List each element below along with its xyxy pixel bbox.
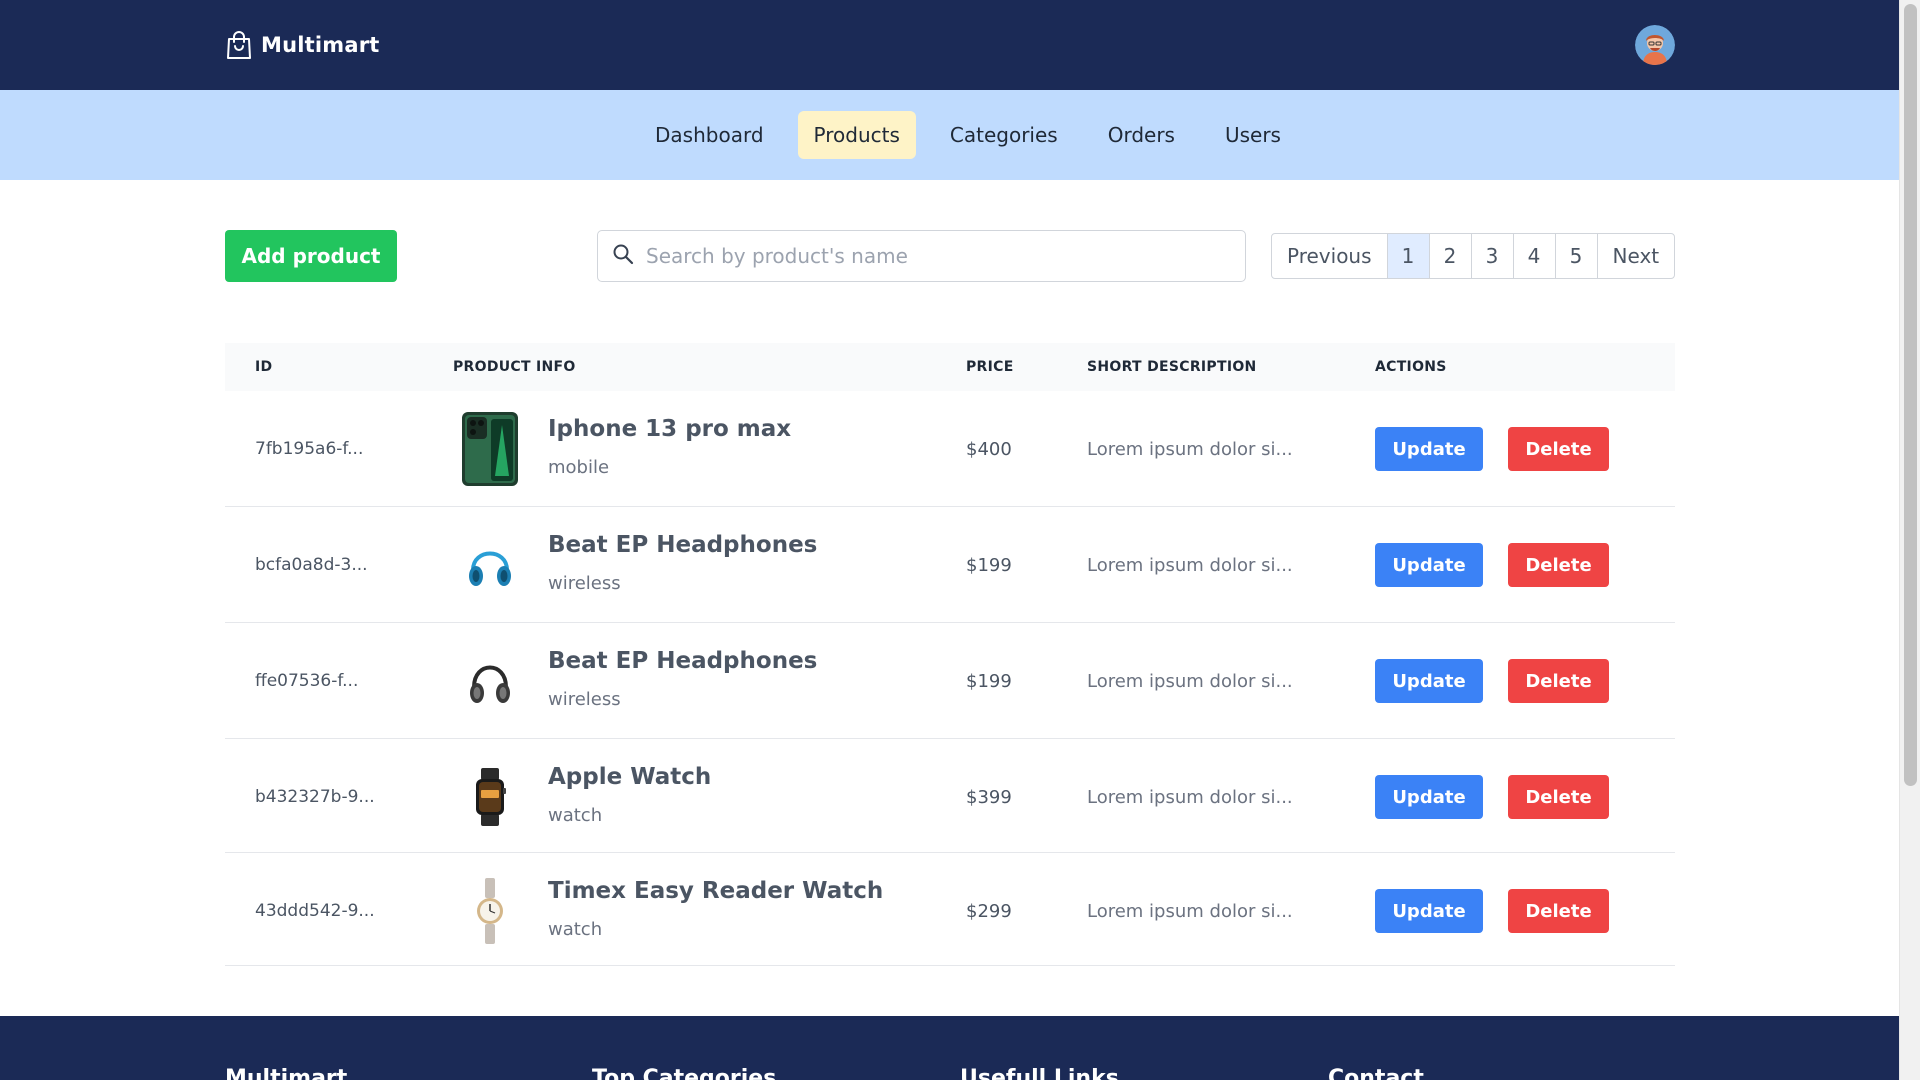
pagination: Previous 1 2 3 4 5 Next [1271,233,1676,279]
product-name: Beat EP Headphones [548,532,818,558]
product-price: $199 [966,671,1012,692]
brand-name: Multimart [261,33,380,57]
pagination-next[interactable]: Next [1598,234,1675,278]
product-category: watch [548,919,603,940]
wristwatch-icon [460,873,520,949]
pagination-page-4[interactable]: 4 [1514,234,1556,278]
top-header: Multimart [0,0,1899,90]
header-product-info: PRODUCT INFO [453,359,576,375]
footer-useful-links-heading: Usefull Links [960,1066,1119,1080]
nav-item-products[interactable]: Products [797,111,916,159]
update-button[interactable]: Update [1375,427,1483,471]
product-name: Timex Easy Reader Watch [548,878,884,904]
pagination-page-2[interactable]: 2 [1430,234,1472,278]
delete-button[interactable]: Delete [1508,889,1609,933]
product-short-description: Lorem ipsum dolor si... [1087,901,1293,922]
product-id: bcfa0a8d-3... [255,555,368,575]
user-avatar[interactable] [1635,25,1675,65]
pagination-page-1[interactable]: 1 [1387,234,1430,278]
product-id: ffe07536-f... [255,671,359,691]
footer: Multimart Top Categories Usefull Links C… [0,1016,1899,1080]
product-price: $399 [966,787,1012,808]
headphones-black-icon [460,643,520,719]
product-id: 43ddd542-9... [255,901,375,921]
product-short-description: Lorem ipsum dolor si... [1087,671,1293,692]
brand-logo[interactable]: Multimart [225,28,380,62]
scrollbar-thumb[interactable] [1904,4,1917,786]
product-name: Beat EP Headphones [548,648,818,674]
headphones-blue-icon [460,527,520,603]
search-input[interactable] [646,244,1226,268]
table-row: 7fb195a6-f... Iphone 13 pro max mobile $… [225,391,1675,507]
product-short-description: Lorem ipsum dolor si... [1087,439,1293,460]
table-row: 43ddd542-9... Timex Easy Reader Watch wa… [225,853,1675,966]
smartwatch-icon [460,759,520,835]
search-box [597,230,1246,282]
product-name: Iphone 13 pro max [548,416,792,442]
header-actions: ACTIONS [1375,359,1447,375]
nav-item-dashboard[interactable]: Dashboard [639,111,780,159]
product-short-description: Lorem ipsum dolor si... [1087,787,1293,808]
search-icon [612,243,634,269]
update-button[interactable]: Update [1375,889,1483,933]
page-scrollbar[interactable] [1899,0,1920,1080]
add-product-button[interactable]: Add product [225,230,397,282]
nav-item-categories[interactable]: Categories [934,111,1074,159]
delete-button[interactable]: Delete [1508,543,1609,587]
product-price: $299 [966,901,1012,922]
delete-button[interactable]: Delete [1508,659,1609,703]
product-category: mobile [548,457,610,478]
table-row: bcfa0a8d-3... Beat EP Headphones wireles… [225,507,1675,623]
table-row: ffe07536-f... Beat EP Headphones wireles… [225,623,1675,739]
shopping-bag-icon [225,30,253,60]
page: Multimart Dashboard Products Categories … [0,0,1899,1080]
update-button[interactable]: Update [1375,659,1483,703]
phone-icon [460,411,520,487]
table-row: b432327b-9... Apple Watch watch $399 Lor… [225,739,1675,853]
product-price: $400 [966,439,1012,460]
product-price: $199 [966,555,1012,576]
product-category: wireless [548,573,621,594]
delete-button[interactable]: Delete [1508,775,1609,819]
delete-button[interactable]: Delete [1508,427,1609,471]
header-id: ID [255,359,273,375]
footer-contact-heading: Contact [1328,1066,1424,1080]
pagination-page-5[interactable]: 5 [1556,234,1598,278]
product-id: b432327b-9... [255,787,375,807]
nav-item-users[interactable]: Users [1209,111,1297,159]
pagination-previous[interactable]: Previous [1272,234,1388,278]
pagination-page-3[interactable]: 3 [1472,234,1514,278]
nav-item-orders[interactable]: Orders [1092,111,1191,159]
header-short-description: SHORT DESCRIPTION [1087,359,1257,375]
product-id: 7fb195a6-f... [255,439,364,459]
main-nav: Dashboard Products Categories Orders Use… [0,90,1899,180]
product-category: watch [548,805,603,826]
product-name: Apple Watch [548,764,712,790]
products-table: ID PRODUCT INFO PRICE SHORT DESCRIPTION … [225,343,1675,966]
product-short-description: Lorem ipsum dolor si... [1087,555,1293,576]
update-button[interactable]: Update [1375,775,1483,819]
table-header: ID PRODUCT INFO PRICE SHORT DESCRIPTION … [225,343,1675,391]
footer-brand-heading: Multimart [225,1066,348,1080]
header-price: PRICE [966,359,1014,375]
product-category: wireless [548,689,621,710]
footer-top-categories-heading: Top Categories [592,1066,777,1080]
update-button[interactable]: Update [1375,543,1483,587]
